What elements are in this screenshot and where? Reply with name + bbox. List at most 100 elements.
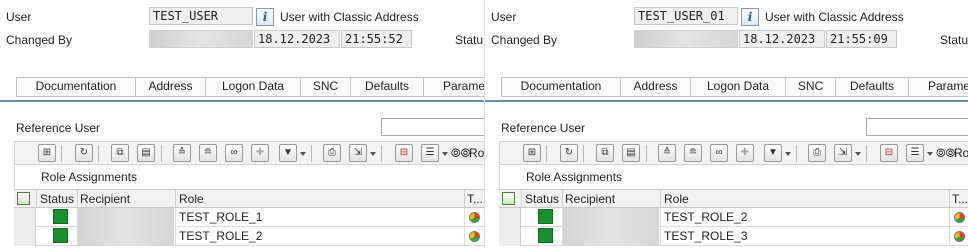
grid-toolbar: ⊞ ↻ ⧉ ▤ ≙ ≘ ∞ ✚ ▼ ⎙ ⇲ ⊟ ☰ ⦾⦾ Rol [14,141,484,165]
column-divider [464,227,465,245]
refresh-icon[interactable]: ↻ [560,144,578,162]
filter-dropdown-arrow-icon[interactable] [785,152,791,156]
toolbar-separator [311,145,312,162]
tab-documentation[interactable]: Documentation [17,78,136,96]
export-icon[interactable]: ⇲ [349,144,367,162]
export-dropdown-arrow-icon[interactable] [370,152,376,156]
refresh-icon[interactable]: ↻ [75,144,93,162]
paste-icon[interactable]: ▤ [622,144,640,162]
tab-address[interactable]: Address [621,78,691,96]
tab-documentation[interactable]: Documentation [502,78,621,96]
toolbar-separator [583,145,584,162]
glasses-icon[interactable]: ⦾⦾ [936,146,955,161]
layout-dropdown-arrow-icon[interactable] [442,152,448,156]
reference-user-input[interactable] [866,118,968,136]
tab-strip: Documentation Address Logon Data SNC Def… [501,77,968,97]
column-divider [464,208,465,226]
copy-icon[interactable]: ⧉ [111,144,129,162]
paste-icon[interactable]: ▤ [137,144,155,162]
copy-icon[interactable]: ⧉ [596,144,614,162]
col-status[interactable]: Status [40,192,74,206]
export-icon[interactable]: ⇲ [834,144,852,162]
col-status[interactable]: Status [525,192,559,206]
tab-logon-data[interactable]: Logon Data [206,78,301,96]
delete-icon[interactable]: ⊟ [880,144,898,162]
table-row[interactable]: TEST_ROLE_1 [14,208,484,227]
row-selector[interactable] [499,208,521,227]
tab-logon-data[interactable]: Logon Data [691,78,786,96]
filter-icon[interactable]: ▼ [764,144,782,162]
toolbar-separator [546,145,547,162]
role-cell: TEST_ROLE_3 [664,229,748,243]
delete-icon[interactable]: ⊟ [395,144,413,162]
sort-descending-icon[interactable]: ≘ [684,144,702,162]
row-selector[interactable] [499,227,521,246]
find-next-icon[interactable]: ✚ [736,144,754,162]
user-field[interactable]: TEST_USER [149,7,253,25]
col-role[interactable]: Role [664,192,689,206]
roles-button-label[interactable]: Rol [954,146,968,160]
col-type[interactable]: T... [467,192,483,206]
col-recipient[interactable]: Recipient [80,192,130,206]
table-row[interactable]: TEST_ROLE_2 [14,227,484,246]
sort-ascending-icon[interactable]: ≙ [658,144,676,162]
column-divider [175,208,176,226]
toolbar-separator [646,145,647,162]
filter-icon[interactable]: ▼ [279,144,297,162]
col-type[interactable]: T... [952,192,968,206]
column-divider [660,190,661,207]
reference-user-input[interactable] [381,118,484,136]
role-cell: TEST_ROLE_1 [179,210,263,224]
tab-defaults[interactable]: Defaults [351,78,424,96]
info-icon[interactable]: i [256,8,274,26]
grid-title: Role Assignments [41,170,138,184]
changed-by-field-redacted [634,30,738,48]
status-label-cut: Statu [940,33,968,47]
details-icon[interactable]: ⊞ [523,144,541,162]
filter-dropdown-arrow-icon[interactable] [300,152,306,156]
changed-by-row: Changed By 18.12.2023 21:55:52 Statu [0,30,484,50]
layout-icon[interactable]: ☰ [421,144,439,162]
find-binoculars-icon[interactable]: ∞ [710,144,728,162]
export-dropdown-arrow-icon[interactable] [855,152,861,156]
user-pane-left: User TEST_USER i User with Classic Addre… [0,0,484,248]
column-divider [175,190,176,207]
roles-button-label[interactable]: Rol [469,146,484,160]
toolbar-separator [98,145,99,162]
details-icon[interactable]: ⊞ [38,144,56,162]
tab-address[interactable]: Address [136,78,206,96]
col-recipient[interactable]: Recipient [565,192,615,206]
print-icon[interactable]: ⎙ [323,144,341,162]
row-selector[interactable] [14,208,36,227]
layout-icon[interactable]: ☰ [906,144,924,162]
role-type-icon [469,231,480,242]
changed-time-field: 21:55:09 [826,30,897,48]
select-all-icon[interactable] [17,192,30,205]
grid-header: Status Recipient Role T... [14,189,484,208]
glasses-icon[interactable]: ⦾⦾ [451,146,470,161]
layout-dropdown-arrow-icon[interactable] [927,152,933,156]
tab-parameters[interactable]: Parame [909,78,968,96]
table-row[interactable]: TEST_ROLE_2 [499,208,968,227]
col-role[interactable]: Role [179,192,204,206]
reference-user-label: Reference User [501,121,586,135]
tab-snc[interactable]: SNC [786,78,836,96]
print-icon[interactable]: ⎙ [808,144,826,162]
tab-snc[interactable]: SNC [301,78,351,96]
select-all-icon[interactable] [502,192,515,205]
info-icon[interactable]: i [741,8,759,26]
table-row[interactable]: TEST_ROLE_3 [499,227,968,246]
tab-parameters[interactable]: Parame [424,78,484,96]
sort-descending-icon[interactable]: ≘ [199,144,217,162]
user-field[interactable]: TEST_USER_01 [634,7,738,25]
find-next-icon[interactable]: ✚ [251,144,269,162]
tab-defaults[interactable]: Defaults [836,78,909,96]
sort-ascending-icon[interactable]: ≙ [173,144,191,162]
grid-title-bar: Role Assignments [14,166,484,188]
grid-header: Status Recipient Role T... [499,189,968,208]
recipient-redacted [78,208,174,227]
section-separator [485,100,968,102]
column-divider [660,208,661,226]
row-selector[interactable] [14,227,36,246]
find-binoculars-icon[interactable]: ∞ [225,144,243,162]
